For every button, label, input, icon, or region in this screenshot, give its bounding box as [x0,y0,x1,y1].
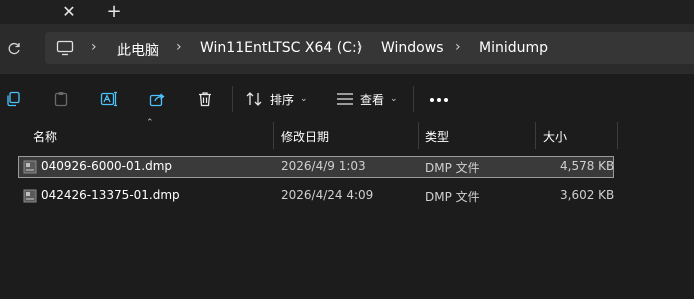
file-size: 4,578 KB [560,159,615,173]
column-divider[interactable] [273,122,274,149]
breadcrumb-separator-icon: › [455,39,461,55]
address-bar[interactable]: › 此电脑 › Win11EntLTSC X64 (C:) › Windows … [45,32,694,64]
file-size: 3,602 KB [560,188,615,202]
delete-icon[interactable] [194,88,216,110]
sort-label: 排序 [270,92,295,107]
tab-strip: ✕ + [0,0,694,24]
view-list-icon [337,93,353,105]
file-type: DMP 文件 [425,190,480,204]
breadcrumb-separator-icon: › [357,39,363,55]
sort-button[interactable]: 排序 ⌄ [246,87,308,111]
chevron-down-icon: ⌄ [390,94,398,104]
column-header: ⌃ 名称 修改日期 类型 大小 [0,118,694,149]
paste-icon[interactable] [50,88,72,110]
command-bar: 排序 ⌄ 查看 ⌄ [0,74,694,124]
chevron-down-icon: ⌄ [300,94,308,104]
column-divider[interactable] [617,122,618,149]
file-row[interactable]: 042426-13375-01.dmp 2026/4/24 4:09 DMP 文… [18,185,614,207]
view-button[interactable]: 查看 ⌄ [336,87,398,111]
breadcrumb-minidump[interactable]: Minidump [479,40,548,56]
close-tab-icon[interactable]: ✕ [56,0,82,22]
sort-icon [246,92,262,106]
breadcrumb-this-pc[interactable]: 此电脑 [117,40,159,60]
rename-icon[interactable] [98,88,120,110]
file-modified: 2026/4/9 1:03 [281,159,366,173]
column-divider[interactable] [418,122,419,149]
column-modified[interactable]: 修改日期 [281,128,329,145]
column-name[interactable]: 名称 [33,128,57,145]
address-row: › 此电脑 › Win11EntLTSC X64 (C:) › Windows … [0,24,694,74]
toolbar-divider [413,86,414,112]
refresh-icon[interactable] [4,38,24,60]
column-size[interactable]: 大小 [543,128,567,145]
breadcrumb-separator-icon: › [91,39,97,55]
file-name: 040926-6000-01.dmp [41,159,173,173]
dmp-file-icon [23,160,37,174]
computer-icon [56,40,74,60]
file-name: 042426-13375-01.dmp [41,188,180,202]
file-row[interactable]: 040926-6000-01.dmp 2026/4/9 1:03 DMP 文件 … [18,156,614,178]
sort-ascending-icon: ⌃ [146,118,154,128]
breadcrumb-separator-icon: › [176,39,182,55]
breadcrumb-windows[interactable]: Windows [381,40,444,56]
file-type: DMP 文件 [425,161,480,175]
column-divider[interactable] [535,122,536,149]
share-icon[interactable] [146,88,168,110]
more-options-icon[interactable] [428,90,450,110]
copy-icon[interactable] [2,88,24,110]
new-tab-icon[interactable]: + [101,0,127,22]
file-modified: 2026/4/24 4:09 [281,188,374,202]
breadcrumb-c-drive[interactable]: Win11EntLTSC X64 (C:) [200,40,362,56]
column-type[interactable]: 类型 [425,128,449,145]
dmp-file-icon [23,189,37,203]
toolbar-divider [232,86,233,112]
view-label: 查看 [360,92,385,107]
